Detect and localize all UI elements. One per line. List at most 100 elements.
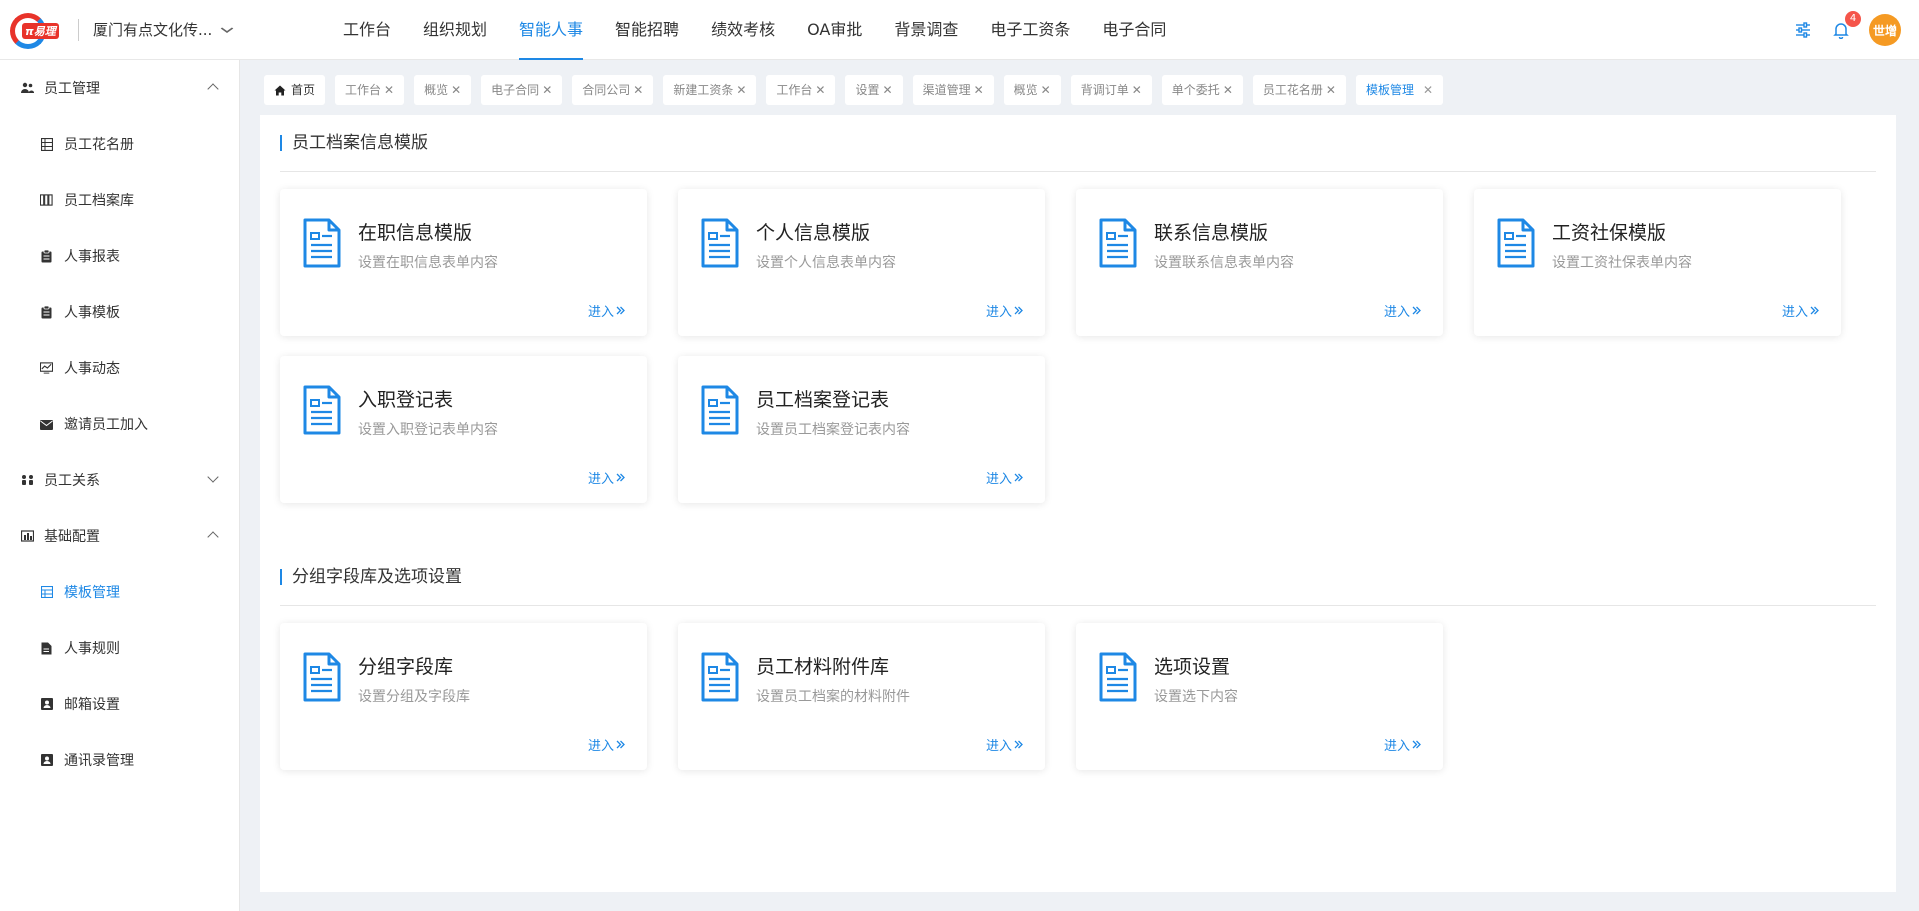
- avatar[interactable]: 世增: [1869, 14, 1901, 46]
- tab-5[interactable]: 新建工资条 ✕: [663, 75, 757, 105]
- tab-13[interactable]: 模板管理 ✕: [1355, 75, 1444, 105]
- tab-10[interactable]: 背调订单 ✕: [1070, 75, 1152, 105]
- sidebar-item[interactable]: 模板管理: [0, 564, 239, 620]
- close-icon[interactable]: ✕: [1223, 75, 1233, 105]
- enter-link[interactable]: 进入: [986, 301, 1023, 320]
- bell-icon[interactable]: 4: [1831, 11, 1861, 40]
- sidebar-group[interactable]: 员工管理: [0, 60, 239, 116]
- enter-link[interactable]: 进入: [986, 735, 1023, 754]
- enter-link[interactable]: 进入: [588, 735, 625, 754]
- sidebar-group-label: 员工管理: [44, 81, 100, 97]
- close-icon[interactable]: ✕: [883, 75, 893, 105]
- tab-0[interactable]: 首页: [264, 75, 326, 105]
- close-icon[interactable]: ✕: [1326, 75, 1336, 105]
- company-switcher[interactable]: 厦门有点文化传...: [93, 19, 234, 40]
- enter-link-label: 进入: [985, 472, 1012, 487]
- tab-4[interactable]: 合同公司 ✕: [572, 75, 654, 105]
- settings-sliders-icon[interactable]: [1793, 20, 1813, 40]
- tab-label: 员工花名册: [1262, 83, 1323, 97]
- chevron-down-icon: [207, 471, 219, 483]
- tab-1[interactable]: 工作台 ✕: [335, 75, 405, 105]
- contact-icon: [40, 698, 53, 711]
- sidebar-item[interactable]: 人事动态: [0, 340, 239, 396]
- sidebar-item[interactable]: 人事规则: [0, 620, 239, 676]
- nav-item-1[interactable]: 组织规划: [407, 0, 503, 60]
- close-icon[interactable]: ✕: [633, 75, 643, 105]
- sidebar-item[interactable]: 通讯录管理: [0, 732, 239, 788]
- template-card[interactable]: 个人信息模版 设置个人信息表单内容 进入: [678, 189, 1045, 336]
- sidebar-group[interactable]: 员工关系: [0, 452, 239, 508]
- sidebar-item[interactable]: 人事报表: [0, 228, 239, 284]
- nav-item-4[interactable]: 绩效考核: [695, 0, 791, 60]
- clipboard-icon: [40, 249, 53, 263]
- tab-7[interactable]: 设置 ✕: [845, 75, 903, 105]
- close-icon[interactable]: ✕: [815, 75, 825, 105]
- template-card[interactable]: 员工档案登记表 设置员工档案登记表内容 进入: [678, 356, 1045, 503]
- nav-item-5[interactable]: OA审批: [791, 0, 878, 60]
- tab-11[interactable]: 单个委托 ✕: [1161, 75, 1243, 105]
- table-icon: [40, 137, 53, 151]
- sidebar-item[interactable]: 人事模板: [0, 284, 239, 340]
- card-description: 设置选下内容: [1154, 689, 1238, 705]
- sidebar-item[interactable]: 邮箱设置: [0, 676, 239, 732]
- card-description: 设置工资社保表单内容: [1552, 255, 1692, 271]
- sidebar-item[interactable]: 邀请员工加入: [0, 396, 239, 452]
- tab-9[interactable]: 概览 ✕: [1003, 75, 1061, 105]
- enter-link[interactable]: 进入: [986, 468, 1023, 487]
- nav-item-2[interactable]: 智能人事: [503, 0, 599, 60]
- enter-link-label: 进入: [985, 305, 1012, 320]
- close-icon[interactable]: ✕: [1132, 75, 1142, 105]
- template-card[interactable]: 选项设置 设置选下内容 进入: [1076, 623, 1443, 770]
- template-card[interactable]: 入职登记表 设置入职登记表单内容 进入: [280, 356, 647, 503]
- tab-3[interactable]: 电子合同 ✕: [481, 75, 563, 105]
- enter-link[interactable]: 进入: [1782, 301, 1819, 320]
- tab-label: 单个委托: [1171, 83, 1220, 97]
- nav-item-7[interactable]: 电子工资条: [974, 0, 1086, 60]
- chevron-down-icon: [220, 23, 234, 37]
- tab-2[interactable]: 概览 ✕: [414, 75, 472, 105]
- template-card[interactable]: 员工材料附件库 设置员工档案的材料附件 进入: [678, 623, 1045, 770]
- template-card[interactable]: 联系信息模版 设置联系信息表单内容 进入: [1076, 189, 1443, 336]
- tab-6[interactable]: 工作台 ✕: [766, 75, 836, 105]
- close-icon[interactable]: ✕: [736, 75, 746, 105]
- chevron-up-icon: [207, 531, 219, 543]
- file-icon: [40, 642, 53, 655]
- template-card[interactable]: 工资社保模版 设置工资社保表单内容 进入: [1474, 189, 1841, 336]
- enter-link[interactable]: 进入: [588, 468, 625, 487]
- tab-12[interactable]: 员工花名册 ✕: [1252, 75, 1346, 105]
- enter-link-label: 进入: [1383, 305, 1410, 320]
- nav-item-0[interactable]: 工作台: [327, 0, 407, 60]
- card-title: 分组字段库: [358, 656, 454, 678]
- nav-item-6[interactable]: 背景调查: [878, 0, 974, 60]
- sidebar-item-label: 通讯录管理: [64, 753, 134, 769]
- template-card[interactable]: 在职信息模版 设置在职信息表单内容 进入: [280, 189, 647, 336]
- app-logo[interactable]: π易理: [10, 13, 62, 49]
- sidebar-item[interactable]: 员工花名册: [0, 116, 239, 172]
- enter-link[interactable]: 进入: [588, 301, 625, 320]
- section-divider: [280, 171, 1876, 172]
- close-icon[interactable]: ✕: [974, 75, 984, 105]
- tab-label: 概览: [424, 83, 449, 97]
- close-icon[interactable]: ✕: [1423, 75, 1433, 105]
- grid-icon: [40, 586, 53, 599]
- double-chevron-right-icon: [1014, 740, 1023, 749]
- section-title: 员工档案信息模版: [280, 133, 428, 153]
- nav-item-3[interactable]: 智能招聘: [599, 0, 695, 60]
- sidebar-group[interactable]: 基础配置: [0, 508, 239, 564]
- card-description: 设置个人信息表单内容: [756, 255, 896, 271]
- bar-chart-icon: [20, 529, 34, 543]
- enter-link[interactable]: 进入: [1384, 301, 1421, 320]
- nav-item-8[interactable]: 电子合同: [1086, 0, 1182, 60]
- close-icon[interactable]: ✕: [542, 75, 552, 105]
- sidebar-item[interactable]: 员工档案库: [0, 172, 239, 228]
- close-icon[interactable]: ✕: [1041, 75, 1051, 105]
- tab-label: 电子合同: [491, 83, 540, 97]
- tab-8[interactable]: 渠道管理 ✕: [912, 75, 994, 105]
- sidebar-item-label: 员工花名册: [64, 137, 134, 153]
- enter-link[interactable]: 进入: [1384, 735, 1421, 754]
- card-description: 设置员工档案登记表内容: [756, 422, 910, 438]
- close-icon[interactable]: ✕: [451, 75, 461, 105]
- close-icon[interactable]: ✕: [384, 75, 394, 105]
- template-card[interactable]: 分组字段库 设置分组及字段库 进入: [280, 623, 647, 770]
- header-actions: 4 世增: [1793, 11, 1901, 46]
